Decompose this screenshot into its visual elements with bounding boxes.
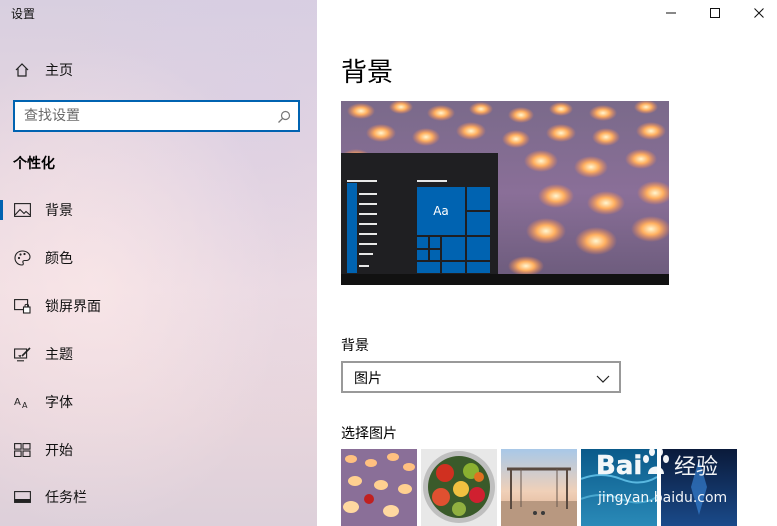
sidebar-item-start[interactable]: 开始 bbox=[0, 430, 317, 470]
selection-indicator bbox=[0, 200, 3, 220]
sidebar-item-label: 任务栏 bbox=[45, 490, 87, 506]
lock-screen-icon bbox=[13, 297, 31, 315]
preview-tile-aa: Aa bbox=[416, 186, 466, 236]
svg-text:A: A bbox=[14, 397, 21, 408]
page-title: 背景 bbox=[341, 58, 394, 88]
palette-icon bbox=[13, 249, 31, 267]
thumbnail-beach-pier[interactable] bbox=[501, 449, 577, 526]
home-icon bbox=[13, 61, 31, 79]
svg-text:Bai: Bai bbox=[596, 451, 642, 481]
minimize-button[interactable] bbox=[648, 0, 694, 26]
background-label: 背景 bbox=[341, 338, 369, 354]
sidebar-item-label: 锁屏界面 bbox=[45, 299, 101, 315]
baidu-jingyan-watermark: Bai 经验 jingyan.baidu.com bbox=[590, 440, 770, 510]
sidebar-item-colors[interactable]: 颜色 bbox=[0, 238, 317, 278]
select-value: 图片 bbox=[354, 371, 382, 387]
maximize-icon bbox=[710, 8, 720, 18]
start-grid-icon bbox=[13, 441, 31, 459]
sidebar-item-label: 主题 bbox=[45, 347, 73, 363]
thumbnail-lanterns[interactable] bbox=[341, 449, 417, 526]
search-input[interactable] bbox=[15, 103, 265, 129]
chevron-down-icon bbox=[596, 371, 610, 385]
svg-text:jingyan.baidu.com: jingyan.baidu.com bbox=[597, 490, 727, 506]
sidebar-item-label: 颜色 bbox=[45, 251, 73, 267]
search-icon[interactable] bbox=[277, 109, 291, 123]
maximize-button[interactable] bbox=[692, 0, 738, 26]
sidebar-item-themes[interactable]: 主题 bbox=[0, 334, 317, 374]
search-box[interactable] bbox=[13, 100, 300, 132]
close-button[interactable] bbox=[736, 0, 777, 26]
thumbnail-fruit-bowl[interactable] bbox=[421, 449, 497, 526]
choose-picture-label: 选择图片 bbox=[341, 426, 397, 442]
background-preview: Aa bbox=[341, 101, 669, 285]
sidebar: 设置 主页 个性化 背景 颜色 锁屏界面 主题 bbox=[0, 0, 317, 526]
theme-brush-icon bbox=[13, 345, 31, 363]
taskbar-preview bbox=[341, 274, 669, 285]
sidebar-item-background[interactable]: 背景 bbox=[0, 190, 317, 230]
background-type-select[interactable]: 图片 bbox=[341, 361, 621, 393]
picture-icon bbox=[13, 201, 31, 219]
close-icon bbox=[754, 8, 764, 18]
font-icon: AA bbox=[13, 393, 31, 411]
sidebar-item-taskbar[interactable]: 任务栏 bbox=[0, 477, 317, 517]
minimize-icon bbox=[666, 12, 676, 14]
sidebar-item-label: 开始 bbox=[45, 443, 73, 459]
taskbar-icon bbox=[13, 488, 31, 506]
app-title: 设置 bbox=[11, 7, 36, 21]
sidebar-item-label: 背景 bbox=[45, 203, 73, 219]
section-title: 个性化 bbox=[13, 156, 55, 172]
svg-text:经验: 经验 bbox=[674, 455, 718, 480]
start-menu-preview: Aa bbox=[341, 153, 498, 274]
sidebar-item-label: 字体 bbox=[45, 395, 73, 411]
sidebar-item-home[interactable]: 主页 bbox=[0, 50, 317, 90]
sidebar-item-label: 主页 bbox=[45, 63, 73, 79]
sidebar-item-lock-screen[interactable]: 锁屏界面 bbox=[0, 286, 317, 326]
sidebar-item-fonts[interactable]: AA 字体 bbox=[0, 382, 317, 422]
svg-text:A: A bbox=[22, 401, 28, 410]
